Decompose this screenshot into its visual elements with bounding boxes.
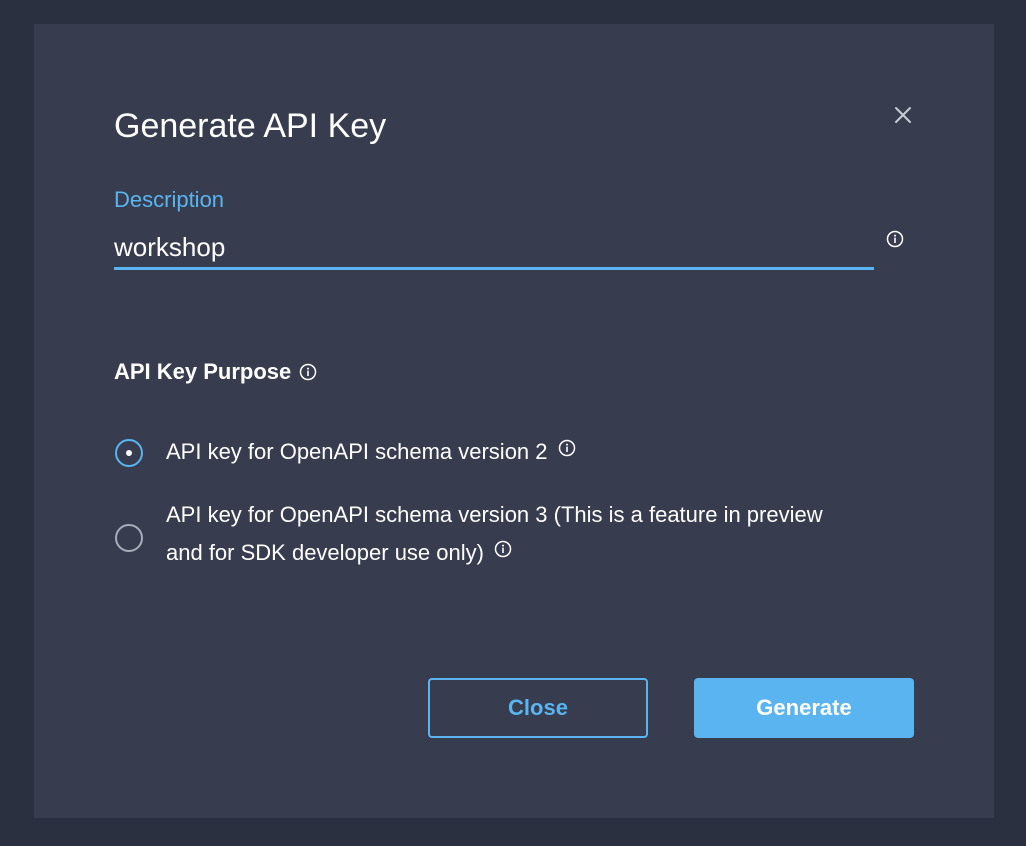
- dialog-title: Generate API Key: [114, 107, 387, 145]
- generate-button[interactable]: Generate: [694, 678, 914, 738]
- purpose-info-icon[interactable]: [299, 363, 317, 381]
- radio-openapi-v3[interactable]: [115, 524, 143, 552]
- option-openapi-v3[interactable]: API key for OpenAPI schema version 3 (Th…: [166, 496, 926, 572]
- option-openapi-v2-label: API key for OpenAPI schema version 2: [166, 439, 548, 464]
- option-openapi-v3-label-line2: and for SDK developer use only): [166, 540, 484, 565]
- api-key-purpose-heading: API Key Purpose: [114, 357, 317, 387]
- description-info-icon[interactable]: [886, 230, 904, 248]
- radio-openapi-v2[interactable]: [115, 439, 143, 467]
- option-openapi-v3-label-line2-wrap: and for SDK developer use only): [166, 534, 926, 572]
- close-icon[interactable]: [892, 104, 914, 126]
- option-openapi-v2[interactable]: API key for OpenAPI schema version 2: [166, 433, 926, 471]
- generate-api-key-dialog: Generate API Key Description API Key Pur…: [34, 24, 994, 818]
- description-input[interactable]: [114, 227, 874, 270]
- option-v2-info-icon[interactable]: [558, 439, 576, 457]
- close-button[interactable]: Close: [428, 678, 648, 738]
- api-key-purpose-label: API Key Purpose: [114, 359, 292, 384]
- option-openapi-v3-label-line1: API key for OpenAPI schema version 3 (Th…: [166, 502, 823, 527]
- description-label: Description: [114, 187, 225, 212]
- option-v3-info-icon[interactable]: [494, 540, 512, 558]
